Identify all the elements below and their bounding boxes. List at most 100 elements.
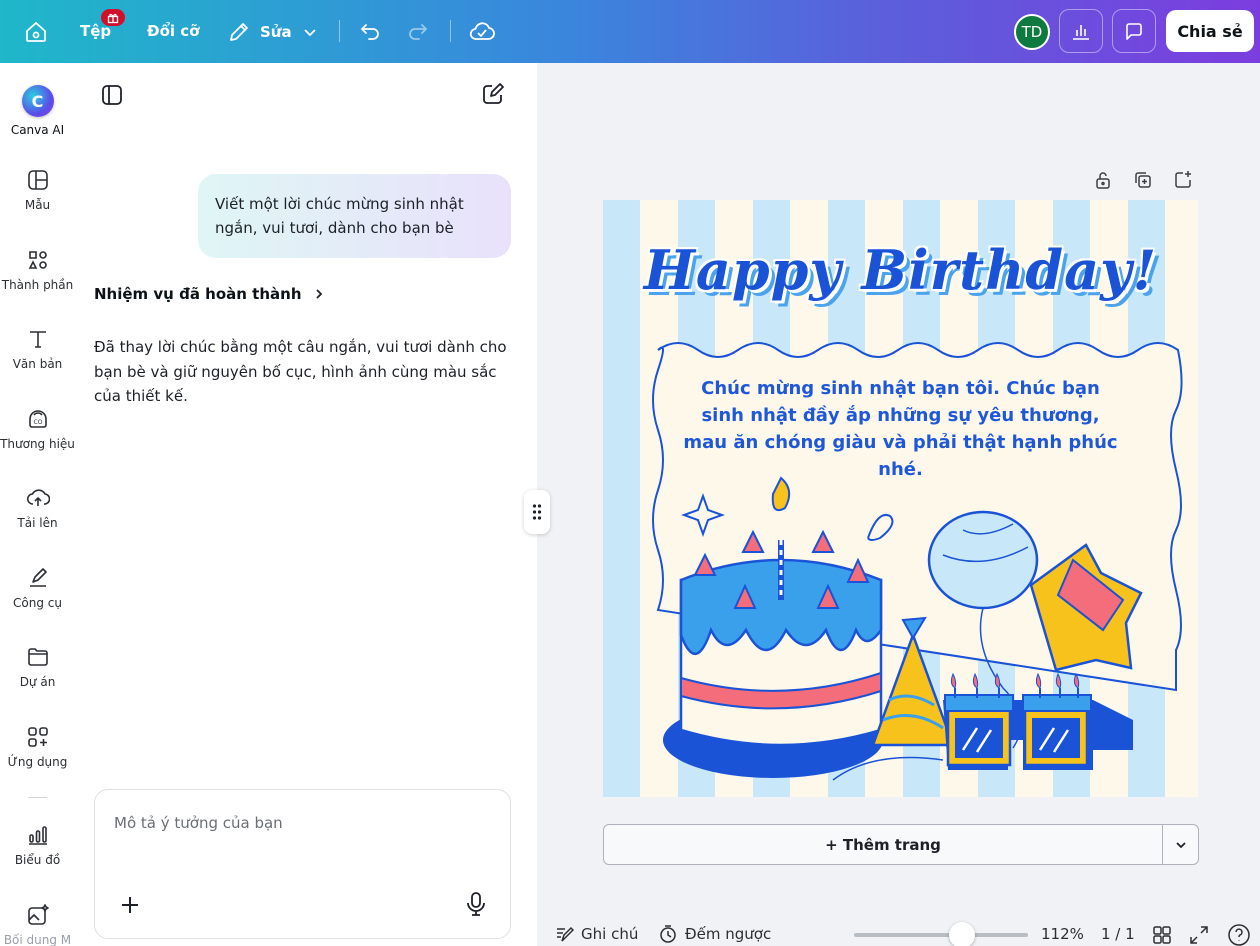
task-status-link[interactable]: Nhiệm vụ đã hoàn thành: [94, 285, 326, 303]
add-page-dropdown[interactable]: [1163, 825, 1199, 864]
help-icon: [1228, 924, 1250, 946]
toggle-panel-button[interactable]: [100, 83, 124, 111]
party-hat-icon: [871, 616, 955, 747]
drag-handle-icon: [532, 504, 542, 520]
save-status-button[interactable]: [469, 20, 495, 44]
sidebar-item-label: Canva AI: [10, 123, 65, 137]
text-icon: [29, 331, 46, 348]
edit-label: Sửa: [260, 23, 292, 41]
pencil-icon: [230, 23, 248, 41]
sidebar-item-media[interactable]: Bối dung M: [0, 903, 75, 946]
sidebar-item-label: Văn bản: [12, 357, 63, 371]
expand-icon: [1190, 926, 1208, 944]
microphone-icon: [467, 892, 485, 916]
add-attachment-button[interactable]: [119, 894, 141, 920]
add-page-button[interactable]: + Thêm trang: [604, 825, 1163, 864]
sidebar-item-templates[interactable]: Mẫu: [0, 168, 75, 212]
sidebar-item-elements[interactable]: Thành phần: [0, 248, 75, 292]
sidebar-item-label: Mẫu: [24, 198, 51, 212]
sidebar-item-text[interactable]: Văn bản: [0, 327, 75, 371]
comments-button[interactable]: [1112, 9, 1156, 53]
add-page-icon-button[interactable]: [1173, 170, 1193, 194]
sidebar-item-apps[interactable]: Ứng dụng: [0, 725, 75, 769]
chevron-down-icon: [1176, 841, 1186, 848]
template-icon: [27, 170, 48, 190]
edit-menu[interactable]: Sửa: [228, 21, 318, 43]
toolbar-divider: [450, 20, 451, 42]
notification-badge: [101, 9, 125, 26]
birthday-illustration: [663, 476, 1143, 781]
left-sidebar: C Canva AI Mẫu Thành phần Văn bản CO Thư…: [0, 63, 75, 946]
new-chat-button[interactable]: [481, 82, 505, 110]
unlock-icon: [1096, 172, 1110, 189]
sparkle-icon: [681, 493, 725, 537]
sidebar-item-charts[interactable]: Biểu đồ: [0, 823, 75, 867]
panel-resize-handle[interactable]: [524, 490, 550, 534]
sidebar-item-brand[interactable]: CO Thương hiệu: [0, 407, 75, 451]
home-button[interactable]: [24, 20, 48, 44]
prompt-input[interactable]: Mô tả ý tưởng của bạn: [94, 789, 511, 939]
sidebar-item-canva-ai[interactable]: C Canva AI: [0, 85, 75, 137]
sidebar-item-label: Biểu đồ: [14, 853, 61, 867]
toolbar-divider: [339, 20, 340, 42]
notes-button[interactable]: Ghi chú: [554, 924, 638, 944]
resize-label: Đổi cỡ: [147, 22, 200, 40]
page-indicator-label: 1 / 1: [1101, 925, 1135, 943]
zoom-slider-knob[interactable]: [948, 922, 975, 946]
sidebar-item-label: Ứng dụng: [7, 755, 68, 769]
bottom-bar: Ghi chú Đếm ngược 112% 1 / 1: [537, 918, 1260, 946]
share-label: Chia sẻ: [1177, 21, 1243, 41]
page-indicator[interactable]: 1 / 1: [1101, 925, 1135, 943]
comment-icon: [1126, 23, 1142, 40]
task-status-label: Nhiệm vụ đã hoàn thành: [94, 285, 302, 303]
draw-tool-icon: [29, 568, 47, 587]
cloud-upload-icon: [26, 489, 50, 506]
zoom-level-label: 112%: [1041, 925, 1084, 943]
chevron-down-icon: [303, 29, 316, 37]
compose-icon: [483, 83, 504, 104]
add-page-label: + Thêm trang: [825, 835, 941, 854]
gift-icon: [107, 13, 119, 23]
plus-icon: [122, 897, 138, 913]
image-sparkle-icon: [27, 904, 49, 925]
sidebar-item-projects[interactable]: Dự án: [0, 645, 75, 689]
zoom-level[interactable]: 112%: [1041, 925, 1084, 943]
undo-button[interactable]: [358, 20, 382, 44]
zoom-slider[interactable]: [854, 933, 1028, 937]
fullscreen-button[interactable]: [1189, 925, 1209, 945]
insights-button[interactable]: [1059, 9, 1103, 53]
sidebar-item-label: Tải lên: [17, 516, 58, 530]
sidebar-item-uploads[interactable]: Tải lên: [0, 486, 75, 530]
user-message-bubble: Viết một lời chúc mừng sinh nhật ngắn, v…: [198, 174, 511, 258]
avatar-initials: TD: [1021, 23, 1043, 41]
design-canvas[interactable]: Happy Birthday! Chúc mừng sinh nhật bạn …: [603, 200, 1198, 797]
bar-chart-icon: [1073, 25, 1089, 40]
duplicate-page-button[interactable]: [1133, 170, 1153, 194]
sidebar-item-label: Dự án: [19, 675, 56, 689]
timer-label: Đếm ngược: [685, 925, 772, 943]
lock-page-button[interactable]: [1093, 170, 1113, 194]
redo-button[interactable]: [406, 20, 430, 44]
apps-icon: [27, 727, 48, 747]
share-button[interactable]: Chia sẻ: [1166, 10, 1254, 52]
sidebar-item-label: Công cụ: [13, 596, 62, 610]
undo-icon: [360, 24, 379, 40]
resize-menu[interactable]: Đổi cỡ: [147, 22, 199, 40]
notes-icon: [557, 926, 574, 942]
timer-button[interactable]: Đếm ngược: [658, 924, 771, 944]
folder-icon: [27, 648, 48, 666]
prompt-placeholder: Mô tả ý tưởng của bạn: [114, 814, 283, 832]
help-button[interactable]: [1227, 923, 1251, 946]
svg-text:CO: CO: [33, 419, 42, 426]
grid-view-button[interactable]: [1152, 925, 1172, 945]
sidebar-item-label: Thương hiệu: [0, 437, 75, 451]
bar-chart-icon: [28, 826, 47, 845]
chevron-right-icon: [315, 289, 322, 299]
canva-ai-logo-icon: C: [21, 85, 54, 117]
brand-icon: CO: [28, 410, 47, 428]
sidebar-item-tools[interactable]: Công cụ: [0, 566, 75, 610]
user-message-text: Viết một lời chúc mừng sinh nhật ngắn, v…: [215, 195, 464, 237]
voice-input-button[interactable]: [464, 891, 488, 921]
avatar[interactable]: TD: [1014, 14, 1050, 50]
elements-icon: [28, 251, 47, 269]
